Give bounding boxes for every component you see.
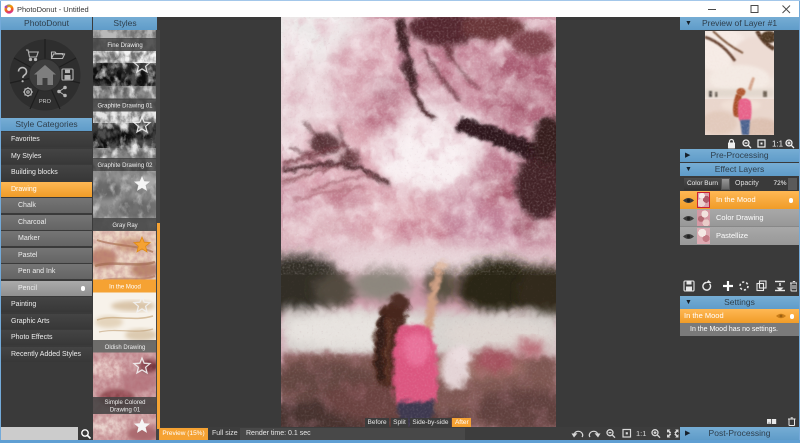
svg-text:Fine Drawing: Fine Drawing (107, 43, 142, 49)
svg-text:In the Mood: In the Mood (109, 285, 141, 291)
svg-text:Oldish Drawing: Oldish Drawing (105, 345, 146, 351)
svg-text:1:1: 1:1 (772, 140, 784, 149)
svg-text:Graphite Drawing 02: Graphite Drawing 02 (97, 163, 153, 169)
svg-text:PRO: PRO (39, 99, 52, 105)
svg-text:Gray Ray: Gray Ray (112, 223, 137, 229)
svg-text:Simple Colored: Simple Colored (104, 400, 145, 406)
svg-text:1:1: 1:1 (636, 429, 646, 438)
svg-text:Drawing 01: Drawing 01 (110, 408, 141, 414)
svg-text:Graphite Drawing 01: Graphite Drawing 01 (97, 104, 153, 110)
